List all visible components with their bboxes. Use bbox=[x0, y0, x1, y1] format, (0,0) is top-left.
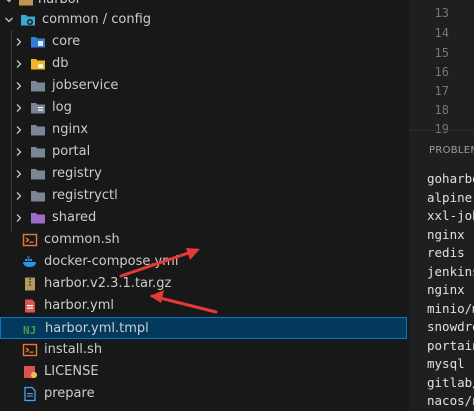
chevron-down-icon[interactable] bbox=[2, 9, 16, 31]
terminal-line: snowdre bbox=[427, 319, 474, 334]
line-number: 17 bbox=[434, 84, 449, 98]
explorer-item-label: registry bbox=[52, 166, 102, 181]
explorer-item-prepare[interactable]: prepare bbox=[0, 383, 407, 405]
tab-problems[interactable]: PROBLEM bbox=[429, 145, 474, 156]
terminal-line: nginx bbox=[427, 226, 465, 242]
explorer-item-label: log bbox=[52, 100, 72, 115]
folder-icon bbox=[30, 188, 46, 204]
terminal-line: goharbo bbox=[427, 171, 474, 186]
explorer-item-core[interactable]: core bbox=[0, 31, 407, 53]
terminal-line: portain bbox=[427, 337, 474, 353]
explorer-item-label: registryctl bbox=[52, 188, 118, 203]
chevron-right-icon[interactable] bbox=[12, 75, 26, 97]
explorer-item-common-sh[interactable]: common.sh bbox=[0, 229, 407, 251]
chevron-right-icon[interactable] bbox=[12, 119, 26, 141]
explorer-item-label: common.sh bbox=[44, 232, 120, 247]
chevron-right-icon[interactable] bbox=[12, 53, 26, 75]
svg-text:NJ: NJ bbox=[23, 324, 36, 337]
explorer-item-label: core bbox=[52, 34, 81, 49]
terminal-line: minio/m bbox=[427, 300, 474, 316]
chevron-right-icon[interactable] bbox=[12, 31, 26, 53]
shell-icon bbox=[22, 342, 38, 358]
terminal-line: xxl-job bbox=[427, 208, 474, 223]
explorer-item-label: harbor.yml bbox=[44, 298, 115, 313]
folder-icon bbox=[30, 78, 46, 94]
folder-icon bbox=[30, 122, 46, 138]
explorer-item-log[interactable]: log bbox=[0, 97, 407, 119]
folder-core-icon bbox=[30, 34, 46, 50]
explorer-panel: harbor common / config core db jobservice lo… bbox=[0, 0, 409, 411]
explorer-item-install-sh[interactable]: install.sh bbox=[0, 339, 407, 361]
folder-open-icon bbox=[18, 0, 34, 8]
explorer-item-harbor-v2-3-1-tar-gz[interactable]: harbor.v2.3.1.tar.gz bbox=[0, 273, 407, 295]
explorer-item-docker-compose-yml[interactable]: docker-compose.yml bbox=[0, 251, 407, 273]
docker-icon bbox=[22, 254, 38, 270]
chevron-right-icon[interactable] bbox=[12, 163, 26, 185]
terminal-line: redis bbox=[427, 245, 465, 260]
archive-icon bbox=[22, 276, 38, 292]
explorer-item-registryctl[interactable]: registryctl bbox=[0, 185, 407, 207]
explorer-item-label: portal bbox=[52, 144, 91, 159]
terminal-line: gitlab/ bbox=[427, 374, 474, 390]
chevron-right-icon[interactable] bbox=[12, 185, 26, 207]
explorer-item-harbor-yml[interactable]: harbor.yml bbox=[0, 295, 407, 317]
explorer-item-label: jobservice bbox=[52, 78, 119, 93]
folder-icon bbox=[30, 166, 46, 182]
yaml-icon bbox=[22, 298, 38, 314]
file-icon bbox=[22, 386, 38, 402]
nunjucks-icon: NJ bbox=[23, 321, 39, 337]
explorer-item-label: harbor.v2.3.1.tar.gz bbox=[44, 276, 172, 291]
explorer-item-label: db bbox=[52, 56, 69, 71]
line-number: 15 bbox=[434, 46, 449, 60]
license-icon bbox=[22, 364, 38, 380]
line-number: 16 bbox=[434, 65, 449, 79]
explorer-item-label: harbor.yml.tmpl bbox=[45, 321, 149, 336]
line-number: 19 bbox=[434, 122, 449, 136]
explorer-item-label: prepare bbox=[44, 386, 95, 401]
terminal-line: nginx bbox=[427, 282, 465, 297]
editor-gutter: 13 14 15 16 17 18 19 bbox=[409, 0, 474, 136]
line-number: 13 bbox=[434, 6, 449, 20]
shell-icon bbox=[22, 232, 38, 248]
folder-shared-icon bbox=[30, 210, 46, 226]
terminal-line: jenkins bbox=[427, 263, 474, 279]
explorer-item-common-config[interactable]: common / config bbox=[0, 9, 407, 31]
chevron-right-icon[interactable] bbox=[12, 207, 26, 229]
explorer-item-db[interactable]: db bbox=[0, 53, 407, 75]
chevron-right-icon[interactable] bbox=[12, 97, 26, 119]
explorer-item-label: nginx bbox=[52, 122, 89, 137]
explorer-item-jobservice[interactable]: jobservice bbox=[0, 75, 407, 97]
explorer-item-shared[interactable]: shared bbox=[0, 207, 407, 229]
line-number: 14 bbox=[434, 26, 449, 40]
explorer-item-nginx[interactable]: nginx bbox=[0, 119, 407, 141]
explorer-item-label: shared bbox=[52, 210, 97, 225]
explorer-item-label: install.sh bbox=[44, 342, 103, 357]
explorer-item-label: common / config bbox=[42, 12, 152, 27]
explorer-item-license[interactable]: LICENSE bbox=[0, 361, 407, 383]
folder-db-icon bbox=[30, 56, 46, 72]
explorer-item-label: LICENSE bbox=[44, 364, 99, 379]
terminal-line: nacos/n bbox=[427, 393, 474, 408]
terminal-line: alpine bbox=[427, 189, 473, 205]
gear-folder-icon bbox=[20, 12, 36, 28]
terminal-line: mysql bbox=[427, 356, 465, 371]
explorer-item-registry[interactable]: registry bbox=[0, 163, 407, 185]
explorer-item-label: harbor bbox=[38, 0, 81, 8]
explorer-item-portal[interactable]: portal bbox=[0, 141, 407, 163]
line-number: 18 bbox=[434, 103, 449, 117]
chevron-right-icon[interactable] bbox=[12, 141, 26, 163]
right-pane: 13 14 15 16 17 18 19 PROBLEM goharbo alpi… bbox=[409, 0, 474, 411]
folder-log-icon bbox=[30, 100, 46, 116]
explorer-item-harbor-yml-tmpl[interactable]: NJ harbor.yml.tmpl bbox=[0, 317, 407, 339]
panel-divider bbox=[409, 130, 474, 131]
explorer-item-label: docker-compose.yml bbox=[44, 254, 179, 269]
folder-icon bbox=[30, 144, 46, 160]
